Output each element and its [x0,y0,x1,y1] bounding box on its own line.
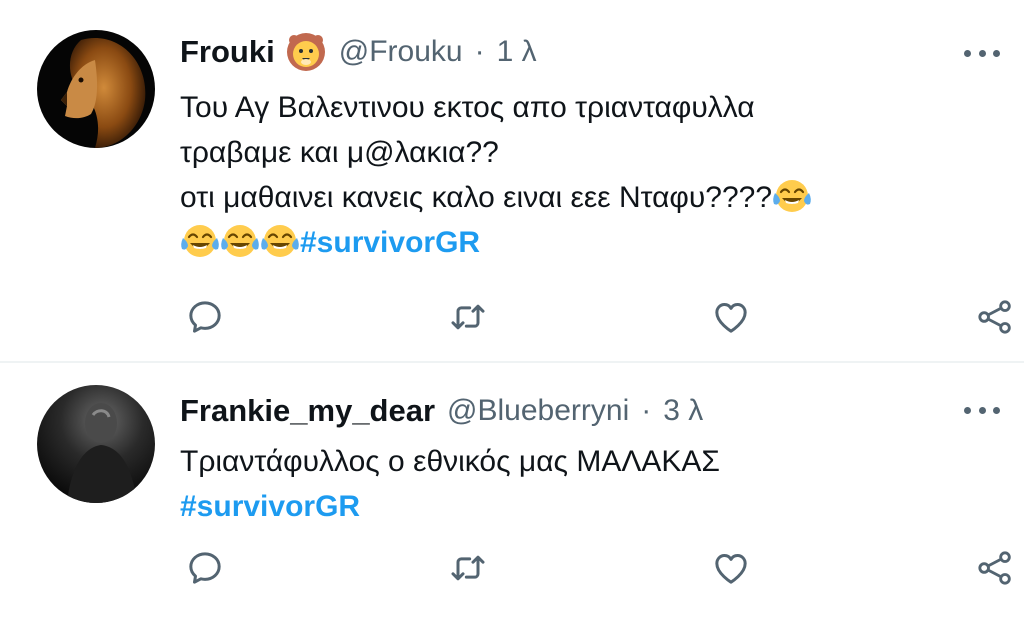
tweet-actions [0,543,1024,593]
timestamp[interactable]: 3 λ [663,394,703,428]
tweet-text-line: Του Αγ Βαλεντινου εκτος απο τριανταφυλλα [180,91,755,124]
avatar[interactable] [37,30,155,148]
display-name[interactable]: Frankie_my_dear [180,393,435,429]
display-name[interactable]: Frouki [180,34,275,70]
share-icon [975,297,1015,337]
heart-icon [711,297,751,337]
share-icon [975,548,1015,588]
tweet-text-segment: οτι μαθαινει κανεις καλο ειναι εεε Νταφυ… [180,181,773,214]
more-dots-icon[interactable] [964,405,1000,415]
tweet-text-line: Τριαντάφυλλος ο εθνικός μας ΜΑΛΑΚΑΣ [180,445,720,478]
reply-button[interactable] [180,543,230,593]
lion-face-emoji [285,31,327,73]
tweet-text-line: #survivorGR [180,220,994,265]
retweet-button[interactable] [443,543,493,593]
user-handle[interactable]: @Blueberryni [447,394,629,428]
tweet-header: Frouki @Frouku · 1 λ [180,32,994,72]
share-button[interactable] [970,292,1020,342]
laughing-tears-emoji [180,220,220,260]
tweet-card[interactable]: Frouki @Frouku · 1 λ Του Αγ Βαλεντινου ε… [0,0,1024,362]
avatar[interactable] [37,385,155,503]
laughing-tears-emoji [220,220,260,260]
retweet-icon [448,548,488,588]
retweet-button[interactable] [443,292,493,342]
hashtag-link[interactable]: #survivorGR [300,226,480,259]
tweet-header: Frankie_my_dear @Blueberryni · 3 λ [180,391,994,431]
hashtag-link[interactable]: #survivorGR [180,490,360,523]
like-button[interactable] [706,543,756,593]
share-button[interactable] [970,543,1020,593]
retweet-icon [448,297,488,337]
tweet-text-line: οτι μαθαινει κανεις καλο ειναι εεε Νταφυ… [180,175,994,220]
reply-icon [185,548,225,588]
tweet-text: Του Αγ Βαλεντινου εκτος απο τριανταφυλλα… [180,85,994,265]
like-button[interactable] [706,292,756,342]
tweet-card[interactable]: Frankie_my_dear @Blueberryni · 3 λ Τριαν… [0,363,1024,618]
separator-dot: · [641,394,652,427]
tweet-text-line: #survivorGR [180,484,994,529]
more-dots-icon[interactable] [964,48,1000,58]
reply-button[interactable] [180,292,230,342]
separator-dot: · [474,35,485,68]
reply-icon [185,297,225,337]
timestamp[interactable]: 1 λ [497,35,537,69]
laughing-tears-emoji [260,220,300,260]
user-handle[interactable]: @Frouku [339,35,463,69]
heart-icon [711,548,751,588]
tweet-text: Τριαντάφυλλος ο εθνικός μας ΜΑΛΑΚΑΣ #sur… [180,439,994,529]
tweet-text-line: τραβαμε και μ@λακια?? [180,136,499,169]
laughing-tears-emoji [772,175,812,215]
tweet-actions [0,292,1024,342]
